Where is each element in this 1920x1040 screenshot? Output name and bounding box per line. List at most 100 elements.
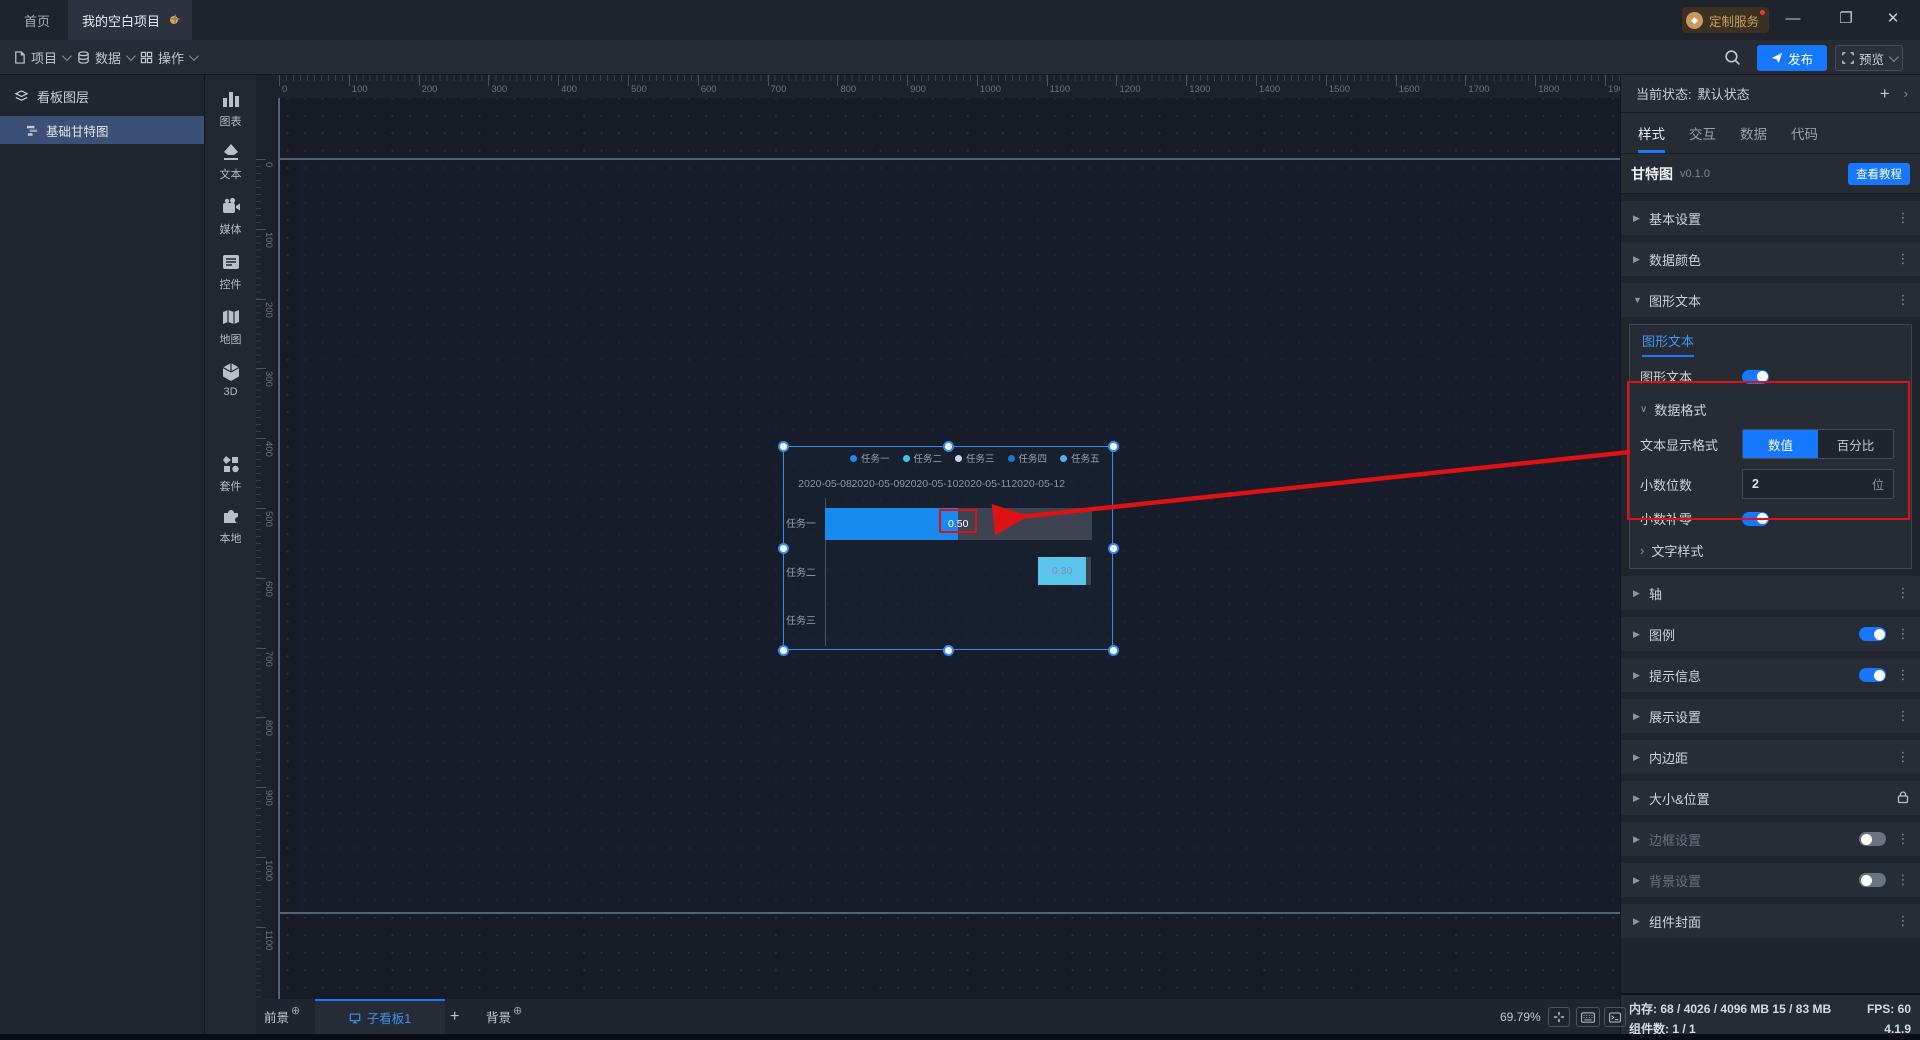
expand-states-button[interactable]: › xyxy=(1904,86,1908,101)
selection-handle[interactable] xyxy=(1107,440,1119,452)
toolbar-item-label: 本地 xyxy=(219,533,242,545)
selection-handle[interactable] xyxy=(1107,644,1119,656)
toolbar-item-媒体[interactable]: 媒体 xyxy=(205,196,256,237)
section-提示信息[interactable]: ▶ 提示信息 ⋮ xyxy=(1621,658,1920,692)
panel-tab-代码[interactable]: 代码 xyxy=(1791,113,1818,153)
panel-tab-交互[interactable]: 交互 xyxy=(1689,113,1716,153)
menu-actions[interactable]: 操作 xyxy=(140,40,199,74)
kebab-menu-icon[interactable]: ⋮ xyxy=(1896,831,1910,847)
section-背景设置[interactable]: ▶ 背景设置 ⋮ xyxy=(1621,863,1920,897)
background-button[interactable]: 背景 ⊕ xyxy=(486,999,522,1034)
maximize-button[interactable]: ❐ xyxy=(1826,0,1866,36)
selection-handle[interactable] xyxy=(777,542,789,554)
kebab-menu-icon[interactable]: ⋮ xyxy=(1896,872,1910,888)
toolbar-item-3D[interactable]: 3D xyxy=(205,361,256,398)
add-circle-icon[interactable]: ⊕ xyxy=(513,1004,522,1017)
panel-tab-样式[interactable]: 样式 xyxy=(1638,113,1665,153)
toolbar-item-套件[interactable]: 套件 xyxy=(205,453,256,494)
expand-icon[interactable]: ▶ xyxy=(1633,834,1649,845)
fit-screen-button[interactable] xyxy=(1548,1007,1570,1027)
menu-project[interactable]: 项目 xyxy=(13,40,72,74)
section-边框设置[interactable]: ▶ 边框设置 ⋮ xyxy=(1621,822,1920,856)
kebab-menu-icon[interactable]: ⋮ xyxy=(1896,251,1910,267)
add-circle-icon[interactable]: ⊕ xyxy=(291,1004,300,1017)
section-大小&位置[interactable]: ▶ 大小&位置 xyxy=(1621,781,1920,815)
kebab-menu-icon[interactable]: ⋮ xyxy=(1896,210,1910,226)
section-toggle[interactable] xyxy=(1859,668,1886,682)
expand-icon[interactable]: ▶ xyxy=(1633,254,1649,265)
sub-board-tab[interactable]: 子看板1 xyxy=(315,999,445,1034)
zoom-level[interactable]: 69.79% xyxy=(1500,999,1541,1034)
minimize-button[interactable]: — xyxy=(1773,0,1813,36)
preview-button[interactable]: 预览 xyxy=(1835,45,1903,71)
graphic-text-subtab[interactable]: 图形文本 xyxy=(1642,331,1695,357)
text-style-group[interactable]: › 文字样式 xyxy=(1640,541,1901,560)
expand-icon[interactable]: ▶ xyxy=(1633,916,1649,927)
tab-home[interactable]: 首页 xyxy=(12,0,62,40)
panel-tab-数据[interactable]: 数据 xyxy=(1740,113,1767,153)
gantt-bar[interactable]: 0.30 xyxy=(1038,556,1092,585)
gantt-component[interactable]: 任务一 任务二 任务三 任务四 任务五 2020-05-08 2020-05-09 2020… xyxy=(783,446,1113,650)
lock-icon[interactable] xyxy=(1896,790,1910,807)
ruler-number: 1200 xyxy=(1119,84,1141,95)
close-button[interactable]: ✕ xyxy=(1873,0,1913,36)
section-图例[interactable]: ▶ 图例 ⋮ xyxy=(1621,617,1920,651)
legend-item[interactable]: 任务一 xyxy=(850,451,890,465)
layer-item-gantt[interactable]: 基础甘特图 xyxy=(0,116,204,144)
menu-data[interactable]: 数据 xyxy=(77,40,136,74)
expand-icon[interactable]: ▶ xyxy=(1633,213,1649,224)
selection-handle[interactable] xyxy=(777,644,789,656)
selection-handle[interactable] xyxy=(777,440,789,452)
section-数据颜色[interactable]: ▶ 数据颜色 ⋮ xyxy=(1621,242,1920,276)
section-toggle[interactable] xyxy=(1859,627,1886,641)
section-图形文本[interactable]: ▼ 图形文本 ⋮ xyxy=(1621,283,1920,317)
toolbar-item-地图[interactable]: 地图 xyxy=(205,306,256,347)
expand-icon[interactable]: ▶ xyxy=(1633,793,1649,804)
section-轴[interactable]: ▶ 轴 ⋮ xyxy=(1621,576,1920,610)
kebab-menu-icon[interactable]: ⋮ xyxy=(1896,913,1910,929)
console-button[interactable] xyxy=(1604,1007,1626,1027)
section-toggle[interactable] xyxy=(1859,873,1886,887)
selection-handle[interactable] xyxy=(942,644,954,656)
expand-icon[interactable]: ▶ xyxy=(1633,588,1649,599)
add-state-button[interactable]: + xyxy=(1880,84,1890,104)
kebab-menu-icon[interactable]: ⋮ xyxy=(1896,667,1910,683)
expand-icon[interactable]: ▶ xyxy=(1633,629,1649,640)
toolbar-item-图表[interactable]: 图表 xyxy=(205,88,256,129)
publish-button[interactable]: 发布 xyxy=(1757,45,1827,71)
section-展示设置[interactable]: ▶ 展示设置 ⋮ xyxy=(1621,699,1920,733)
kebab-menu-icon[interactable]: ⋮ xyxy=(1896,708,1910,724)
expand-icon[interactable]: ▶ xyxy=(1633,752,1649,763)
section-toggle[interactable] xyxy=(1859,832,1886,846)
tutorial-button[interactable]: 查看教程 xyxy=(1848,162,1910,185)
expand-icon[interactable]: ▶ xyxy=(1633,875,1649,886)
kebab-menu-icon[interactable]: ⋮ xyxy=(1896,585,1910,601)
expand-icon[interactable]: ▶ xyxy=(1633,711,1649,722)
collapse-icon[interactable]: ▼ xyxy=(1633,295,1649,305)
search-icon[interactable] xyxy=(1724,49,1741,66)
legend-item[interactable]: 任务四 xyxy=(1007,451,1047,465)
date-tick-label: 2020-05-12 xyxy=(1011,478,1066,490)
section-基本设置[interactable]: ▶ 基本设置 ⋮ xyxy=(1621,201,1920,235)
shortcut-keys-button[interactable] xyxy=(1576,1007,1600,1027)
legend-item[interactable]: 任务五 xyxy=(1060,451,1100,465)
new-tab-button[interactable]: + xyxy=(170,9,181,30)
kebab-menu-icon[interactable]: ⋮ xyxy=(1896,749,1910,765)
section-内边距[interactable]: ▶ 内边距 ⋮ xyxy=(1621,740,1920,774)
design-canvas[interactable]: 任务一 任务二 任务三 任务四 任务五 2020-05-08 2020-05-09 2020… xyxy=(276,98,1620,1000)
toolbar-item-label: 3D xyxy=(223,386,238,398)
add-board-button[interactable]: + xyxy=(450,999,459,1034)
selection-handle[interactable] xyxy=(942,440,954,452)
vip-service-badge[interactable]: ◆ 定制服务 xyxy=(1682,7,1770,33)
toolbar-item-控件[interactable]: 控件 xyxy=(205,251,256,292)
toolbar-item-本地[interactable]: 本地 xyxy=(205,505,256,546)
kebab-menu-icon[interactable]: ⋮ xyxy=(1896,292,1910,308)
selection-handle[interactable] xyxy=(1107,542,1119,554)
kebab-menu-icon[interactable]: ⋮ xyxy=(1896,626,1910,642)
section-组件封面[interactable]: ▶ 组件封面 ⋮ xyxy=(1621,904,1920,938)
toolbar-item-文本[interactable]: 文本 xyxy=(205,141,256,182)
legend-item[interactable]: 任务三 xyxy=(955,451,995,465)
foreground-button[interactable]: 前景 ⊕ xyxy=(264,999,300,1034)
legend-item[interactable]: 任务二 xyxy=(902,451,942,465)
expand-icon[interactable]: ▶ xyxy=(1633,670,1649,681)
